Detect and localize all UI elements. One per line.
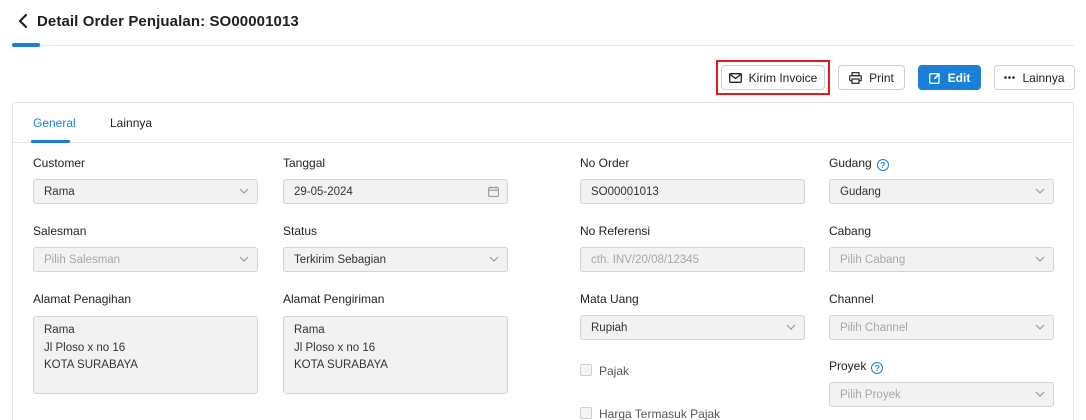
- alamat-pengiriman-label: Alamat Pengiriman: [283, 292, 385, 306]
- address-line: Rama: [294, 324, 325, 336]
- print-button[interactable]: Print: [838, 65, 905, 90]
- header-accent-bar: [12, 43, 40, 47]
- page-header: Detail Order Penjualan: SO00001013: [0, 0, 1086, 48]
- harga-termasuk-pajak-label: Harga Termasuk Pajak: [599, 407, 721, 420]
- mail-icon: [728, 72, 742, 83]
- ellipsis-icon: [1004, 76, 1016, 79]
- chevron-down-icon: [786, 322, 796, 335]
- cabang-select[interactable]: Pilih Cabang: [829, 247, 1054, 272]
- status-select[interactable]: Terkirim Sebagian: [283, 247, 508, 272]
- tab-lainnya[interactable]: Lainnya: [110, 116, 152, 130]
- no-referensi-label: No Referensi: [580, 224, 651, 238]
- help-circle-icon[interactable]: ?: [876, 159, 889, 171]
- alamat-pengiriman-textarea[interactable]: Rama Jl Ploso x no 16 KOTA SURABAYA: [283, 316, 508, 394]
- edit-icon: [928, 72, 941, 84]
- address-line: Rama: [44, 324, 75, 336]
- mata-uang-value: Rupiah: [591, 321, 628, 334]
- page-title: Detail Order Penjualan: SO00001013: [37, 13, 299, 30]
- chevron-down-icon: [239, 254, 249, 267]
- chevron-down-icon: [1035, 389, 1045, 402]
- print-label: Print: [869, 70, 894, 85]
- salesman-label: Salesman: [33, 224, 87, 238]
- gudang-label-text: Gudang: [829, 156, 872, 170]
- cabang-placeholder: Pilih Cabang: [840, 253, 906, 266]
- address-line: KOTA SURABAYA: [294, 359, 388, 371]
- channel-label: Channel: [829, 292, 874, 306]
- proyek-select[interactable]: Pilih Proyek: [829, 382, 1054, 407]
- proyek-label-text: Proyek: [829, 359, 867, 373]
- address-line: Jl Ploso x no 16: [294, 341, 376, 354]
- help-circle-icon[interactable]: ?: [871, 362, 884, 374]
- customer-select[interactable]: Rama: [33, 179, 258, 204]
- no-referensi-field[interactable]: cth. INV/20/08/12345: [580, 247, 805, 272]
- gudang-label: Gudang?: [829, 156, 889, 171]
- kirim-invoice-button[interactable]: Kirim Invoice: [721, 65, 825, 90]
- header-divider: [12, 45, 1074, 46]
- pajak-label: Pajak: [599, 364, 630, 378]
- gudang-select[interactable]: Gudang: [829, 179, 1054, 204]
- no-order-label: No Order: [580, 156, 630, 170]
- order-detail-panel: General Lainnya Customer Rama Tanggal 29…: [12, 102, 1074, 420]
- channel-placeholder: Pilih Channel: [840, 321, 908, 334]
- salesman-select[interactable]: Pilih Salesman: [33, 247, 258, 272]
- mata-uang-select[interactable]: Rupiah: [580, 315, 805, 340]
- back-button[interactable]: [14, 12, 32, 32]
- lainnya-button[interactable]: Lainnya: [994, 65, 1075, 90]
- printer-icon: [849, 71, 863, 84]
- harga-termasuk-pajak-checkbox[interactable]: [580, 407, 592, 419]
- no-order-value: SO00001013: [591, 185, 659, 198]
- proyek-label: Proyek?: [829, 359, 884, 374]
- mata-uang-label: Mata Uang: [580, 292, 639, 306]
- address-line: Jl Ploso x no 16: [44, 341, 126, 354]
- no-referensi-placeholder: cth. INV/20/08/12345: [591, 253, 700, 266]
- chevron-down-icon: [1035, 186, 1045, 199]
- address-line: KOTA SURABAYA: [44, 359, 138, 371]
- tab-general[interactable]: General: [33, 116, 76, 130]
- pajak-checkbox[interactable]: [580, 364, 592, 376]
- channel-select[interactable]: Pilih Channel: [829, 315, 1054, 340]
- chevron-down-icon: [1035, 322, 1045, 335]
- salesman-placeholder: Pilih Salesman: [44, 253, 121, 266]
- gudang-value: Gudang: [840, 185, 881, 198]
- chevron-left-icon: [18, 13, 28, 31]
- tab-active-indicator: [31, 140, 70, 143]
- proyek-placeholder: Pilih Proyek: [840, 388, 901, 401]
- chevron-down-icon: [239, 186, 249, 199]
- customer-label: Customer: [33, 156, 86, 170]
- chevron-down-icon: [1035, 254, 1045, 267]
- chevron-down-icon: [489, 254, 499, 267]
- lainnya-label: Lainnya: [1022, 70, 1065, 85]
- edit-button[interactable]: Edit: [918, 65, 981, 90]
- edit-label: Edit: [947, 70, 971, 85]
- tab-bar: General Lainnya: [13, 103, 1073, 143]
- no-order-field[interactable]: SO00001013: [580, 179, 805, 204]
- status-label: Status: [283, 224, 318, 238]
- tanggal-date-field[interactable]: 29-05-2024: [283, 179, 508, 204]
- status-value: Terkirim Sebagian: [294, 253, 387, 266]
- cabang-label: Cabang: [829, 224, 872, 238]
- alamat-penagihan-textarea[interactable]: Rama Jl Ploso x no 16 KOTA SURABAYA: [33, 316, 258, 394]
- tanggal-label: Tanggal: [283, 156, 326, 170]
- tanggal-value: 29-05-2024: [294, 185, 353, 198]
- calendar-icon: [488, 186, 499, 200]
- kirim-invoice-label: Kirim Invoice: [748, 70, 818, 85]
- alamat-penagihan-label: Alamat Penagihan: [33, 292, 132, 306]
- customer-value: Rama: [44, 185, 75, 198]
